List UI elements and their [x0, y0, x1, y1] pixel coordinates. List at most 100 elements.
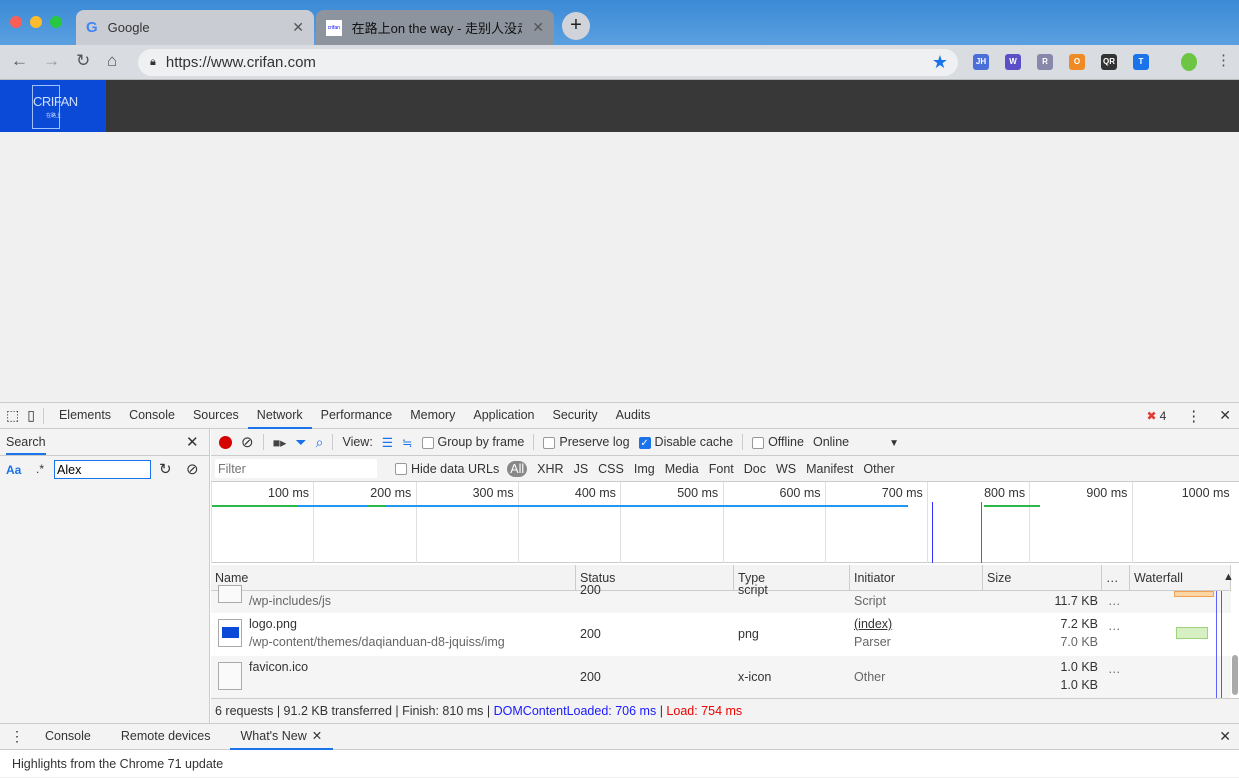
waterfall-view-icon[interactable]: ≒ — [402, 435, 413, 450]
close-window-button[interactable] — [10, 16, 22, 28]
cell-type: png — [738, 627, 759, 641]
preserve-log-checkbox[interactable]: Preserve log — [543, 435, 630, 449]
close-tab-icon[interactable]: ✕ — [532, 19, 544, 36]
filter-type-media[interactable]: Media — [665, 462, 699, 476]
extension-icon[interactable]: W — [1005, 54, 1021, 70]
tab-network[interactable]: Network — [247, 403, 312, 429]
tab-console[interactable]: Console — [120, 403, 184, 429]
back-icon[interactable]: ← — [11, 51, 28, 71]
error-count[interactable]: 4 — [1157, 409, 1177, 423]
column-header-more[interactable]: … — [1102, 565, 1130, 591]
filter-icon[interactable]: ⏷ — [295, 434, 306, 451]
more-icon[interactable]: … — [1104, 662, 1121, 676]
view-label: View: — [342, 435, 373, 449]
filter-type-manifest[interactable]: Manifest — [806, 462, 853, 476]
clear-icon[interactable]: ⊘ — [241, 433, 254, 451]
column-header-size[interactable]: Size — [983, 565, 1102, 591]
more-icon[interactable]: … — [1104, 594, 1121, 608]
browser-tab-bar: G Google ✕ crifan 在路上on the way - 走别人没走 ✕ … — [0, 0, 1239, 45]
extension-icon[interactable]: R — [1037, 54, 1053, 70]
logo-thumbnail — [222, 627, 239, 638]
search-icon[interactable]: ⌕ — [316, 434, 324, 451]
column-header-waterfall[interactable]: Waterfall — [1130, 565, 1231, 591]
more-icon[interactable]: … — [1104, 619, 1121, 633]
address-bar[interactable]: 🔒︎ https://www.crifan.com ★ — [138, 49, 958, 76]
extension-icon[interactable]: T — [1133, 54, 1149, 70]
new-tab-button[interactable]: + — [562, 12, 590, 40]
site-logo[interactable]: CRIFAN 在路上 — [0, 80, 106, 132]
close-devtools-icon[interactable]: ✕ — [1211, 407, 1239, 424]
large-rows-icon[interactable]: ☰ — [382, 435, 393, 450]
drawer-menu-icon[interactable]: ⋮ — [0, 728, 34, 745]
tab-security[interactable]: Security — [544, 403, 607, 429]
extension-icon[interactable]: JH — [973, 54, 989, 70]
close-search-icon[interactable]: ✕ — [186, 433, 199, 451]
filter-type-xhr[interactable]: XHR — [537, 462, 563, 476]
browser-tab-crifan[interactable]: crifan 在路上on the way - 走别人没走 ✕ — [316, 10, 554, 45]
tab-performance[interactable]: Performance — [312, 403, 402, 429]
dom-content-loaded-line — [932, 502, 933, 563]
tab-application[interactable]: Application — [464, 403, 543, 429]
minimize-window-button[interactable] — [30, 16, 42, 28]
offline-checkbox[interactable]: Offline — [752, 435, 804, 449]
scrollbar[interactable] — [1232, 655, 1238, 695]
regex-toggle[interactable]: .* — [36, 462, 44, 476]
home-icon[interactable]: ⌂ — [107, 51, 117, 71]
screenshot-camera-icon[interactable]: ■▸ — [273, 435, 287, 450]
profile-avatar[interactable] — [1181, 53, 1197, 71]
waterfall-load-line — [1221, 591, 1222, 698]
refresh-search-icon[interactable]: ↻ — [159, 460, 172, 478]
filter-type-doc[interactable]: Doc — [744, 462, 766, 476]
sort-ascending-icon[interactable]: ▲ — [1223, 571, 1234, 583]
close-tab-icon[interactable]: ✕ — [292, 19, 304, 36]
hide-data-urls-checkbox[interactable]: Hide data URLs — [395, 462, 499, 476]
extension-icon[interactable]: QR — [1101, 54, 1117, 70]
cell-type: script — [738, 583, 768, 597]
record-button[interactable] — [219, 435, 232, 449]
throttling-select[interactable]: Online ▼ — [813, 435, 899, 449]
filter-type-ws[interactable]: WS — [776, 462, 796, 476]
column-header-initiator[interactable]: Initiator — [850, 565, 983, 591]
filter-type-css[interactable]: CSS — [598, 462, 624, 476]
maximize-window-button[interactable] — [50, 16, 62, 28]
drawer-tab-what-s-new[interactable]: What's New ✕ — [229, 724, 334, 750]
error-icon[interactable]: ✖ — [1147, 409, 1157, 423]
filter-type-all[interactable]: All — [507, 460, 528, 477]
reload-icon[interactable]: ↻ — [76, 51, 90, 71]
devtools-menu-icon[interactable]: ⋮ — [1176, 407, 1211, 425]
browser-tab-google[interactable]: G Google ✕ — [76, 10, 314, 45]
tab-elements[interactable]: Elements — [50, 403, 120, 429]
group-by-frame-checkbox[interactable]: Group by frame — [421, 435, 524, 449]
filter-type-img[interactable]: Img — [634, 462, 655, 476]
filter-type-font[interactable]: Font — [709, 462, 734, 476]
filter-row: Hide data URLs All XHR JS CSS Img Media Font Do… — [211, 456, 1239, 482]
tab-sources[interactable]: Sources — [184, 403, 248, 429]
filter-type-js[interactable]: JS — [574, 462, 589, 476]
table-row[interactable]: favicon.ico 200 x-icon Other 1.0 KB 1.0 KB… — [211, 656, 1231, 698]
close-tab-icon[interactable]: ✕ — [312, 729, 322, 743]
tab-memory[interactable]: Memory — [401, 403, 464, 429]
search-input[interactable] — [54, 460, 151, 479]
close-drawer-icon[interactable]: ✕ — [1211, 728, 1239, 745]
extension-icon[interactable]: O — [1069, 54, 1085, 70]
table-row[interactable]: /wp-includes/js 200 script Script 11.7 KB… — [211, 583, 1231, 613]
file-icon — [218, 662, 242, 690]
filter-input[interactable] — [215, 459, 377, 478]
drawer-tab-console[interactable]: Console — [34, 724, 102, 750]
filter-type-other[interactable]: Other — [863, 462, 894, 476]
timeline-overview[interactable]: 100 ms 200 ms 300 ms 400 ms 500 ms 600 ms 700 … — [211, 482, 1239, 563]
tick-label: 800 ms — [984, 486, 1026, 500]
timeline-bar-green — [368, 505, 386, 507]
column-header-name[interactable]: Name — [211, 565, 576, 591]
disable-cache-checkbox[interactable]: ✓ Disable cache — [638, 435, 733, 449]
menu-kebab-icon[interactable]: ⋮ — [1216, 51, 1231, 69]
clear-search-icon[interactable]: ⊘ — [186, 460, 199, 478]
match-case-toggle[interactable]: Aa — [6, 463, 21, 477]
tab-audits[interactable]: Audits — [607, 403, 660, 429]
device-toolbar-icon[interactable]: ▯ — [25, 407, 43, 424]
bookmark-star-icon[interactable]: ★ — [932, 52, 948, 73]
table-row[interactable]: logo.png/wp-content/themes/daqianduan-d8… — [211, 613, 1231, 656]
drawer-tab-remote-devices[interactable]: Remote devices — [110, 724, 222, 750]
inspect-element-icon[interactable]: ⬚ — [0, 407, 25, 424]
forward-icon[interactable]: → — [43, 51, 60, 71]
